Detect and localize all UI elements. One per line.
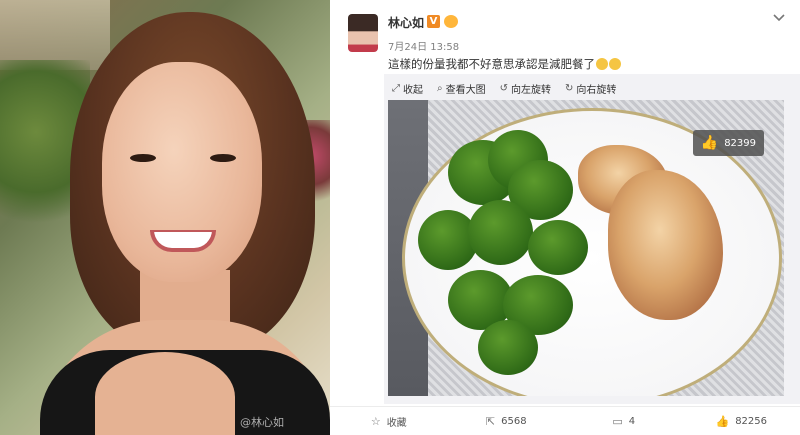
weibo-post-card: 林心如 V 7月24日 13:58 這樣的份量我都不好意思承認是減肥餐了 ⤢ 收… bbox=[330, 0, 800, 435]
comment-button[interactable]: ▭ 4 bbox=[565, 407, 683, 435]
broccoli bbox=[468, 200, 533, 265]
rotate-right-icon: ↻ bbox=[565, 82, 574, 94]
view-large-label: 查看大图 bbox=[445, 84, 486, 96]
post-text-body: 這樣的份量我都不好意思承認是減肥餐了 bbox=[388, 57, 595, 71]
star-icon: ☆ bbox=[370, 414, 381, 428]
verified-badge-icon: V bbox=[427, 15, 440, 28]
broccoli bbox=[528, 220, 588, 275]
comment-icon: ▭ bbox=[612, 414, 623, 428]
vip-crown-icon bbox=[444, 15, 458, 28]
post-timestamp[interactable]: 7月24日 13:58 bbox=[388, 38, 459, 53]
image-like-count: 82399 bbox=[724, 137, 756, 149]
rotate-right-label: 向右旋转 bbox=[576, 84, 617, 96]
collapse-button[interactable]: ⤢ 收起 bbox=[392, 80, 423, 96]
favorite-label: 收藏 bbox=[386, 417, 407, 429]
repost-button[interactable]: ⇱ 6568 bbox=[448, 407, 566, 435]
author-name[interactable]: 林心如 bbox=[388, 14, 424, 31]
broccoli bbox=[478, 320, 538, 375]
laugh-cry-emoji-icon bbox=[596, 58, 608, 70]
thumbs-up-icon: 👍 bbox=[700, 135, 719, 151]
post-action-bar: ☆ 收藏 ⇱ 6568 ▭ 4 👍 82256 bbox=[330, 406, 800, 435]
view-large-button[interactable]: ⌕ 查看大图 bbox=[437, 80, 486, 96]
image-viewer: ⤢ 收起 ⌕ 查看大图 ↺ 向左旋转 ↻ 向右旋转 👍 82399 bbox=[384, 74, 800, 404]
rotate-right-button[interactable]: ↻ 向右旋转 bbox=[565, 80, 616, 96]
image-toolbar: ⤢ 收起 ⌕ 查看大图 ↺ 向左旋转 ↻ 向右旋转 bbox=[392, 80, 616, 96]
thumbs-up-icon: 👍 bbox=[715, 414, 730, 428]
post-text: 這樣的份量我都不好意思承認是減肥餐了 bbox=[388, 56, 621, 72]
portrait-photo bbox=[0, 0, 330, 435]
image-like-button[interactable]: 👍 82399 bbox=[692, 130, 764, 156]
laugh-cry-emoji-icon bbox=[609, 58, 621, 70]
photo-left-eye bbox=[130, 154, 156, 162]
collapse-label: 收起 bbox=[403, 84, 423, 96]
food-photo[interactable]: 👍 82399 bbox=[388, 100, 784, 396]
rotate-left-icon: ↺ bbox=[499, 82, 508, 94]
repost-count: 6568 bbox=[501, 415, 527, 427]
share-icon: ⇱ bbox=[485, 414, 496, 428]
photo-watermark: @林心如 bbox=[240, 416, 284, 429]
comment-count: 4 bbox=[628, 415, 636, 427]
chevron-down-icon[interactable] bbox=[772, 12, 788, 24]
photo-right-eye bbox=[210, 154, 236, 162]
rotate-left-label: 向左旋转 bbox=[511, 84, 551, 96]
rotate-left-button[interactable]: ↺ 向左旋转 bbox=[500, 80, 551, 96]
collapse-icon: ⤢ bbox=[392, 82, 400, 94]
like-button[interactable]: 👍 82256 bbox=[683, 407, 800, 435]
like-count: 82256 bbox=[735, 415, 767, 427]
favorite-button[interactable]: ☆ 收藏 bbox=[330, 407, 448, 435]
zoom-icon: ⌕ bbox=[437, 82, 443, 94]
avatar[interactable] bbox=[348, 14, 378, 52]
photo-neckline bbox=[95, 352, 235, 435]
